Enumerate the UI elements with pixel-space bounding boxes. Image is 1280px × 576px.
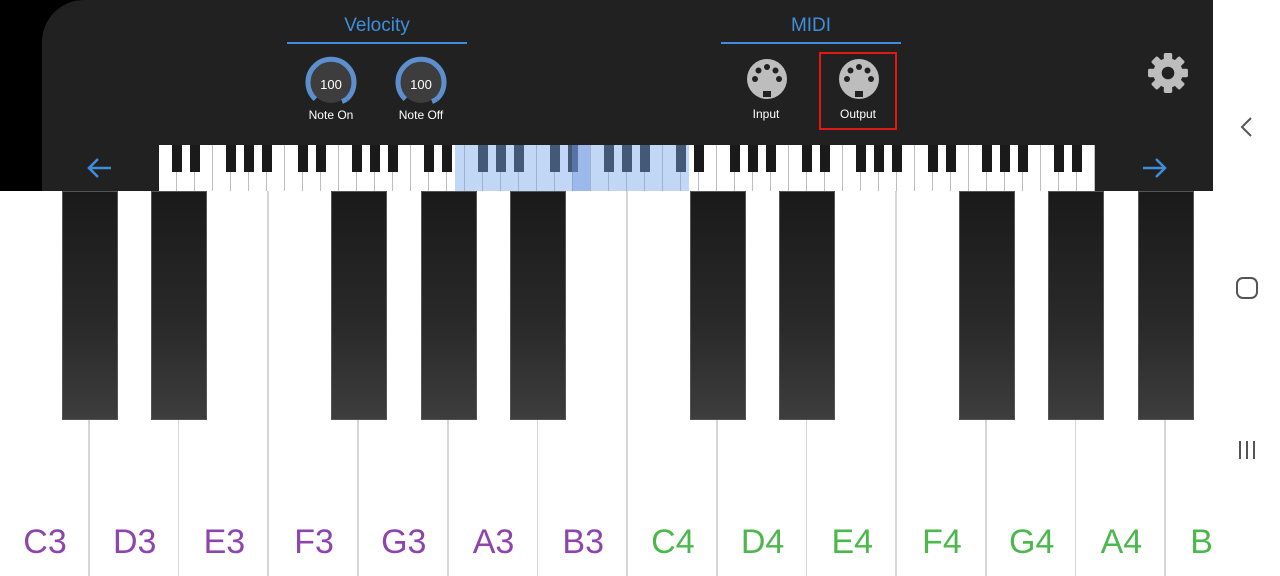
key-label: D3 bbox=[112, 523, 157, 561]
nav-black-key bbox=[352, 145, 362, 172]
nav-black-key bbox=[370, 145, 380, 172]
back-chevron-icon[interactable] bbox=[1233, 113, 1261, 141]
black-key[interactable] bbox=[330, 191, 387, 420]
arrow-right-icon[interactable] bbox=[1138, 152, 1170, 184]
app-window: Velocity 100 Note On 100 Note Off MIDI I… bbox=[0, 0, 1213, 576]
black-key[interactable] bbox=[958, 191, 1015, 420]
note-on-label: Note On bbox=[308, 108, 354, 122]
key-label: D4 bbox=[740, 523, 785, 561]
system-nav-bar bbox=[1213, 0, 1280, 576]
nav-black-key bbox=[298, 145, 308, 172]
nav-black-key bbox=[874, 145, 884, 172]
note-on-knob[interactable]: 100 Note On bbox=[294, 55, 368, 125]
piano-keyboard: C3 D3 E3 F3 G3 A3 B3 C4 D4 E4 F4 G4 A4 B4 bbox=[0, 191, 1213, 576]
home-icon[interactable] bbox=[1233, 274, 1261, 302]
nav-black-key bbox=[802, 145, 812, 172]
key-label: E3 bbox=[203, 523, 246, 561]
nav-black-key bbox=[694, 145, 704, 172]
key-label: A3 bbox=[472, 523, 515, 561]
arrow-left-icon[interactable] bbox=[84, 152, 116, 184]
midi-input-button[interactable]: Input bbox=[727, 52, 805, 130]
key-label: C4 bbox=[651, 523, 695, 561]
note-off-value: 100 bbox=[410, 77, 432, 92]
midi-din-icon bbox=[839, 59, 879, 99]
nav-black-key bbox=[244, 145, 254, 172]
nav-black-key bbox=[892, 145, 902, 172]
key-label: G3 bbox=[381, 523, 427, 561]
nav-black-key bbox=[388, 145, 398, 172]
key-label: C3 bbox=[23, 523, 67, 561]
gear-icon[interactable] bbox=[1147, 52, 1189, 94]
nav-black-key bbox=[172, 145, 182, 172]
nav-black-key bbox=[424, 145, 434, 172]
key-label: A4 bbox=[1100, 523, 1143, 561]
note-off-label: Note Off bbox=[398, 108, 444, 122]
black-key[interactable] bbox=[689, 191, 746, 420]
key-label: F3 bbox=[294, 523, 334, 561]
recents-icon[interactable] bbox=[1233, 436, 1261, 464]
key-label: B3 bbox=[562, 523, 604, 561]
nav-black-key bbox=[262, 145, 272, 172]
nav-black-key bbox=[1072, 145, 1082, 172]
key-label: E4 bbox=[831, 523, 874, 561]
nav-black-key bbox=[316, 145, 326, 172]
nav-black-key bbox=[190, 145, 200, 172]
black-key[interactable] bbox=[1138, 191, 1195, 420]
midi-underline bbox=[721, 42, 901, 44]
velocity-underline bbox=[287, 42, 467, 44]
key-label: F4 bbox=[922, 523, 962, 561]
black-key[interactable] bbox=[61, 191, 118, 420]
key-label: G4 bbox=[1009, 523, 1055, 561]
nav-black-key bbox=[982, 145, 992, 172]
nav-black-key bbox=[226, 145, 236, 172]
midi-din-icon bbox=[747, 59, 787, 99]
nav-black-key bbox=[766, 145, 776, 172]
black-key[interactable] bbox=[779, 191, 836, 420]
nav-black-key bbox=[1054, 145, 1064, 172]
nav-black-key bbox=[1018, 145, 1028, 172]
black-key[interactable] bbox=[420, 191, 477, 420]
black-key[interactable] bbox=[510, 191, 567, 420]
nav-black-key bbox=[820, 145, 830, 172]
note-on-value: 100 bbox=[320, 77, 342, 92]
midi-input-label: Input bbox=[752, 107, 780, 121]
nav-black-key bbox=[928, 145, 938, 172]
midi-output-label: Output bbox=[839, 107, 877, 121]
nav-black-key bbox=[1000, 145, 1010, 172]
midi-output-button[interactable]: Output bbox=[819, 52, 897, 130]
key-label: B4 bbox=[1190, 523, 1213, 561]
midi-title: MIDI bbox=[790, 15, 832, 36]
nav-black-key bbox=[730, 145, 740, 172]
nav-black-key bbox=[856, 145, 866, 172]
keyboard-navigator[interactable] bbox=[159, 145, 1095, 191]
nav-black-key bbox=[946, 145, 956, 172]
range-center-marker bbox=[572, 145, 590, 191]
note-off-knob[interactable]: 100 Note Off bbox=[384, 55, 458, 125]
nav-black-key bbox=[442, 145, 452, 172]
black-key[interactable] bbox=[151, 191, 208, 420]
black-key[interactable] bbox=[1048, 191, 1105, 420]
velocity-title: Velocity bbox=[344, 15, 410, 36]
nav-black-key bbox=[748, 145, 758, 172]
